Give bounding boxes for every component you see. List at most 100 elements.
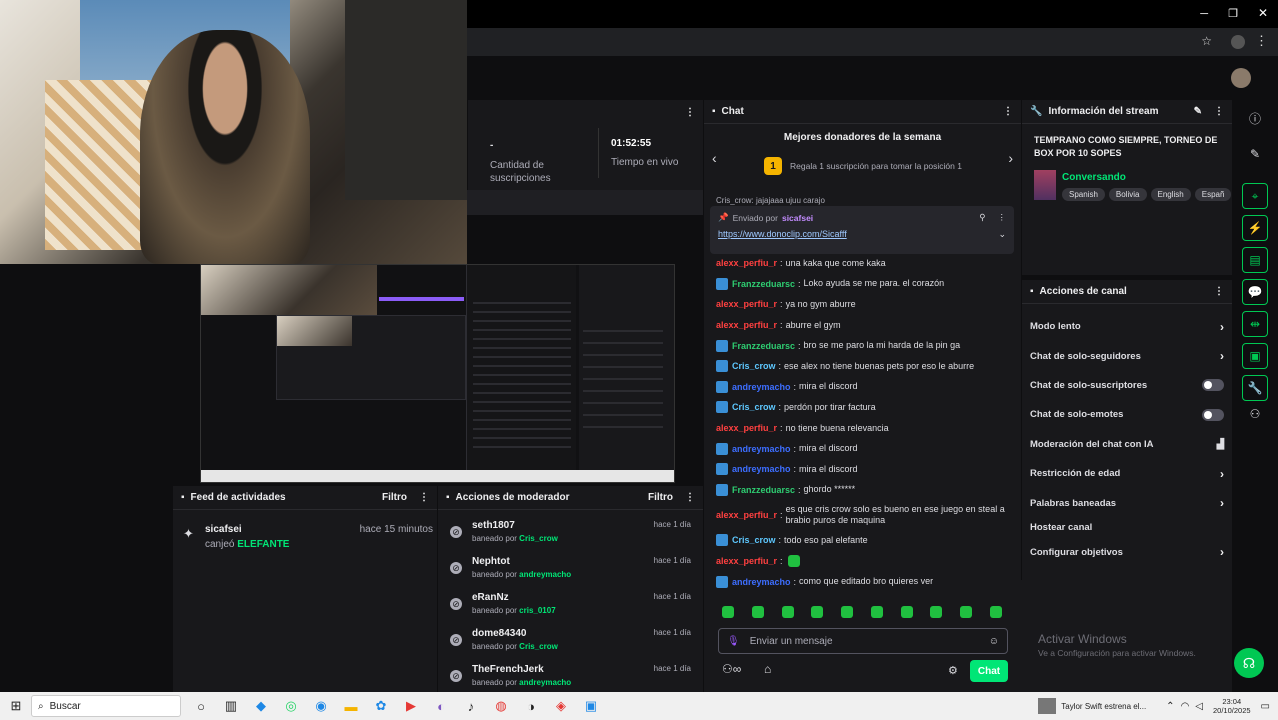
- banned-user[interactable]: seth1807: [472, 520, 654, 531]
- youtube-icon[interactable]: ▶: [401, 696, 421, 716]
- chat-send-button[interactable]: Chat: [970, 660, 1008, 682]
- chat-username[interactable]: andreymacho: [732, 382, 791, 392]
- channel-actions-menu-icon[interactable]: ⋮: [1214, 286, 1224, 297]
- channel-action-item[interactable]: Moderación del chat con IA ▟: [1022, 430, 1232, 459]
- emote-2[interactable]: [751, 606, 764, 618]
- moderator-name[interactable]: Cris_crow: [519, 642, 558, 651]
- windows-start-icon[interactable]: ⊞: [6, 696, 26, 716]
- channel-action-item[interactable]: Restricción de edad ›: [1022, 459, 1232, 488]
- emote-1[interactable]: [722, 606, 734, 618]
- stream-tag[interactable]: Españ: [1194, 188, 1232, 201]
- chat-username[interactable]: andreymacho: [732, 577, 791, 587]
- mod-filter-button[interactable]: Filtro: [648, 492, 673, 503]
- chat-username[interactable]: Cris_crow: [732, 361, 776, 371]
- minimize-icon[interactable]: ─: [1200, 8, 1208, 20]
- rail-share-icon[interactable]: ⚇: [1232, 407, 1278, 421]
- banned-user[interactable]: Nephtot: [472, 556, 654, 567]
- chat-username[interactable]: Franzzeduarsc: [732, 279, 795, 289]
- emote-4[interactable]: [811, 606, 824, 618]
- pinned-by-user[interactable]: sicafsei: [782, 213, 813, 223]
- rail-target-icon[interactable]: ⌖: [1242, 183, 1268, 209]
- speaker-icon[interactable]: ◁: [1195, 701, 1203, 712]
- chat-username[interactable]: Franzzeduarsc: [732, 341, 795, 351]
- emote-5[interactable]: [841, 606, 854, 618]
- rail-doc-icon[interactable]: ▤: [1242, 247, 1268, 273]
- copilot-icon[interactable]: ◆: [251, 696, 271, 716]
- stream-tag[interactable]: English: [1150, 188, 1191, 201]
- activity-menu-icon[interactable]: ⋮: [419, 492, 429, 503]
- unpin-icon[interactable]: ⚲: [979, 212, 985, 223]
- activity-filter-button[interactable]: Filtro: [382, 492, 407, 503]
- channel-action-item[interactable]: Modo lento ›: [1022, 312, 1232, 341]
- chat-username[interactable]: andreymacho: [732, 464, 791, 474]
- chrome-icon[interactable]: ◍: [491, 696, 511, 716]
- chat-username[interactable]: alexx_perfiu_r: [716, 510, 777, 520]
- rail-wrench-icon[interactable]: 🔧: [1242, 375, 1268, 401]
- app2-icon[interactable]: ◈: [551, 696, 571, 716]
- mic-icon[interactable]: 🎙: [727, 636, 740, 647]
- rail-box-icon[interactable]: ▣: [1242, 343, 1268, 369]
- emote-7[interactable]: [900, 606, 913, 618]
- chat-username[interactable]: alexx_perfiu_r: [716, 556, 777, 566]
- emote-6[interactable]: [870, 606, 883, 618]
- stream-tag[interactable]: Bolivia: [1108, 188, 1147, 201]
- channel-action-item[interactable]: Configurar objetivos ›: [1022, 538, 1232, 567]
- channel-action-item[interactable]: Chat de solo-emotes: [1022, 400, 1232, 429]
- moderator-name[interactable]: andreymacho: [519, 570, 571, 579]
- channel-action-item[interactable]: Chat de solo-suscriptores: [1022, 371, 1232, 400]
- app3-icon[interactable]: ▣: [581, 696, 601, 716]
- wifi-icon[interactable]: ◠: [1181, 701, 1190, 712]
- chat-username[interactable]: andreymacho: [732, 444, 791, 454]
- pinned-link[interactable]: https://www.donoclip.com/Sicafff: [718, 229, 847, 240]
- banned-user[interactable]: eRanNz: [472, 592, 654, 603]
- emoji-icon[interactable]: ☺: [989, 636, 999, 647]
- chat-settings-icon[interactable]: ⚙: [948, 664, 958, 677]
- emote-3[interactable]: [781, 606, 794, 618]
- stream-info-menu-icon[interactable]: ⋮: [1214, 106, 1224, 117]
- tiktok-icon[interactable]: ♪: [461, 696, 481, 716]
- obs-icon[interactable]: ◑: [521, 696, 541, 716]
- emote-9[interactable]: [960, 606, 973, 618]
- mod-menu-icon[interactable]: ⋮: [685, 492, 695, 503]
- chat-username[interactable]: Franzzeduarsc: [732, 485, 795, 495]
- whatsapp-icon[interactable]: ◎: [281, 696, 301, 716]
- banned-user[interactable]: TheFrenchJerk: [472, 664, 654, 675]
- address-bar[interactable]: ☆ ⋮: [467, 28, 1278, 56]
- banned-user[interactable]: dome84340: [472, 628, 654, 639]
- activity-user[interactable]: sicafsei: [205, 524, 242, 535]
- bookmark-star-icon[interactable]: ☆: [1201, 34, 1212, 48]
- restore-icon[interactable]: ❐: [1228, 7, 1238, 20]
- photos-icon[interactable]: ✿: [371, 696, 391, 716]
- stream-category[interactable]: Conversando: [1062, 172, 1126, 183]
- chat-username[interactable]: alexx_perfiu_r: [716, 258, 777, 268]
- help-bubble-icon[interactable]: ☊: [1234, 648, 1264, 678]
- channel-action-item[interactable]: Hostear canal: [1022, 518, 1232, 538]
- channel-action-item[interactable]: Chat de solo-seguidores ›: [1022, 341, 1232, 370]
- chat-username[interactable]: Cris_crow: [732, 402, 776, 412]
- chat-username[interactable]: Cris_crow: [732, 535, 776, 545]
- chat-input[interactable]: 🎙 Enviar un mensaje ☺: [718, 628, 1008, 654]
- info-icon[interactable]: ⓘ: [1232, 110, 1278, 127]
- toggle-switch[interactable]: [1202, 379, 1224, 392]
- tray-chevron-icon[interactable]: ⌃: [1166, 701, 1174, 712]
- rail-chat-icon[interactable]: 💬: [1242, 279, 1268, 305]
- toggle-switch[interactable]: [1202, 408, 1224, 421]
- stream-tag[interactable]: Spanish: [1062, 188, 1105, 201]
- notification-icon[interactable]: ▭: [1261, 701, 1270, 712]
- pencil-icon[interactable]: ✎: [1232, 147, 1278, 161]
- emote-8[interactable]: [930, 606, 943, 618]
- menu-kebab-icon[interactable]: ⋮: [1255, 33, 1268, 49]
- donors-next-icon[interactable]: ›: [1008, 150, 1013, 166]
- rail-split-icon[interactable]: ⇹: [1242, 311, 1268, 337]
- chat-username[interactable]: alexx_perfiu_r: [716, 423, 777, 433]
- chat-username[interactable]: alexx_perfiu_r: [716, 299, 777, 309]
- profile-icon[interactable]: [1231, 35, 1245, 49]
- rail-bolt-icon[interactable]: ⚡: [1242, 215, 1268, 241]
- edge-icon[interactable]: ◉: [311, 696, 331, 716]
- taskbar-search[interactable]: ⌕ Buscar: [31, 695, 181, 717]
- pinned-menu-icon[interactable]: ⋮: [998, 212, 1007, 223]
- pinned-expand-icon[interactable]: ⌄: [998, 229, 1006, 240]
- taskview-icon[interactable]: ○: [191, 696, 211, 716]
- moderator-name[interactable]: Cris_crow: [519, 534, 558, 543]
- explorer-icon[interactable]: ▬: [341, 696, 361, 716]
